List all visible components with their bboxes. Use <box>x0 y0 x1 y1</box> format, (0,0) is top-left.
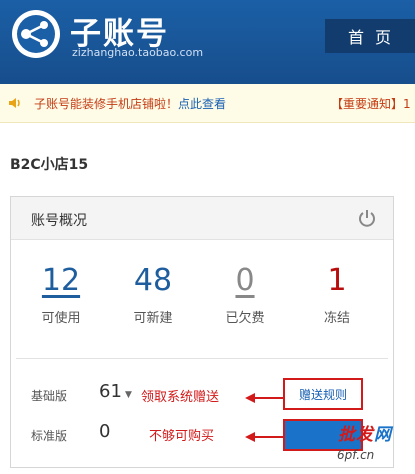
notice-message: 子账号能装修手机店铺啦！ <box>34 96 179 111</box>
stat-label: 可使用 <box>41 311 81 326</box>
caret-down-icon[interactable]: ▼ <box>125 390 132 400</box>
stats-row: 12 可使用 48 可新建 0 已欠费 1 冻结 <box>11 263 393 343</box>
site-watermark: 武源批发网 <box>302 420 392 445</box>
stat-value: 48 <box>133 263 173 298</box>
important-notice[interactable]: 【重要通知】1 <box>331 95 411 112</box>
stat-value: 1 <box>327 263 347 298</box>
stat-value[interactable]: 12 <box>21 263 101 299</box>
card-header: 账号概况 <box>11 197 393 240</box>
watermark-url: 6pf.cn <box>337 448 375 462</box>
divider <box>16 358 388 359</box>
annotation-buy-more: 不够可购买 <box>149 429 215 444</box>
speaker-icon <box>9 98 20 108</box>
notice-link[interactable]: 点此查看 <box>178 95 226 112</box>
arrow-left-icon <box>245 393 283 403</box>
stat-frozen: 1 冻结 <box>297 263 377 326</box>
stat-label: 冻结 <box>323 311 350 326</box>
stat-label: 可新建 <box>133 311 173 326</box>
watermark-middle: 批发 <box>338 425 374 445</box>
watermark-right: 网 <box>374 425 392 445</box>
notice-bar: 子账号能装修手机店铺啦！ 点此查看 【重要通知】1 <box>0 84 415 123</box>
edition-count: 61 <box>99 381 122 402</box>
watermark-left: 武源 <box>302 425 338 445</box>
stat-value[interactable]: 0 <box>205 263 285 299</box>
stat-overdue[interactable]: 0 已欠费 <box>205 263 285 326</box>
logo-icon <box>12 10 60 58</box>
stat-available[interactable]: 12 可使用 <box>21 263 101 326</box>
arrow-left-icon <box>245 432 283 442</box>
shop-name: B2C小店15 <box>10 157 89 173</box>
stat-creatable: 48 可新建 <box>113 263 193 326</box>
stat-label: 已欠费 <box>225 311 265 326</box>
annotation-claim-gift: 领取系统赠送 <box>141 390 220 405</box>
logo-url: zizhanghao.taobao.com <box>72 46 204 59</box>
power-icon[interactable] <box>357 208 377 228</box>
app-header: 子账号 zizhanghao.taobao.com 首 页 <box>0 0 415 84</box>
nav-home-button[interactable]: 首 页 <box>325 19 415 53</box>
edition-count: 0 <box>99 421 111 442</box>
gift-rules-button[interactable]: 赠送规则 <box>283 378 363 410</box>
edition-label: 基础版 <box>31 389 68 403</box>
edition-label: 标准版 <box>31 429 68 443</box>
card-title: 账号概况 <box>31 213 87 229</box>
